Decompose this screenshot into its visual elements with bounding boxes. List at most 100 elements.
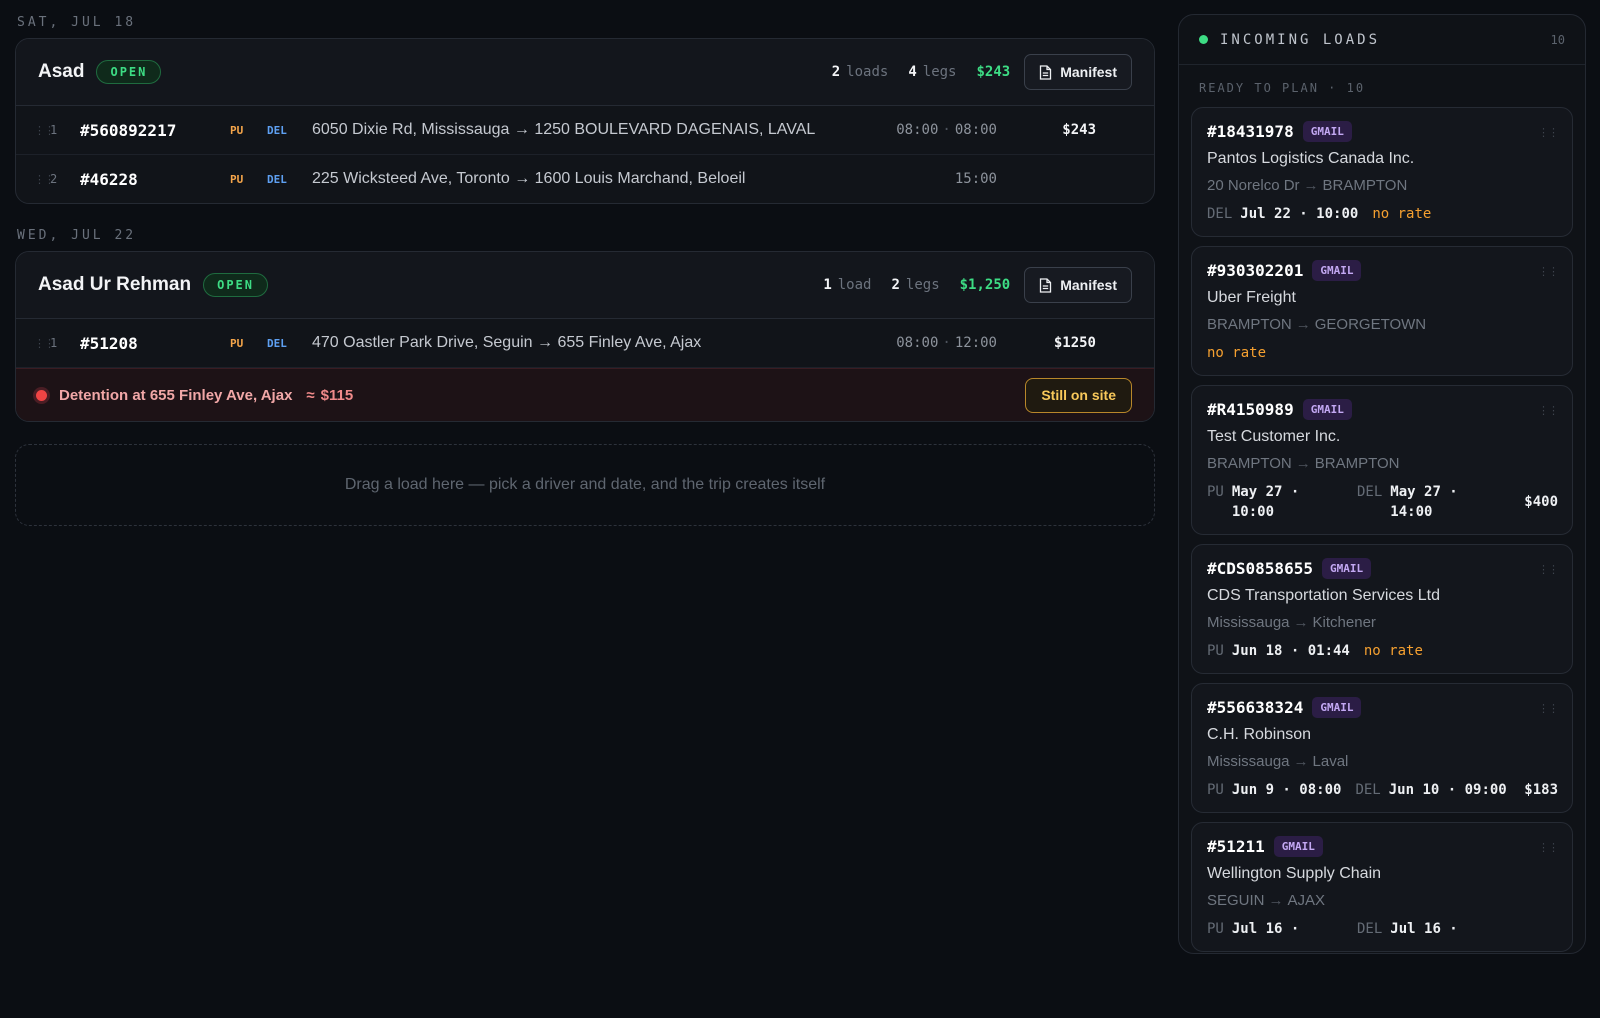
- trip-card[interactable]: Asad Ur Rehman OPEN 1 load 2 legs $1,250…: [15, 251, 1155, 422]
- drag-handle-icon[interactable]: ⋮⋮: [1538, 404, 1559, 417]
- load-card[interactable]: #R4150989 GMAIL ⋮⋮ Test Customer Inc. BRA…: [1191, 385, 1573, 535]
- load-id[interactable]: #560892217: [80, 121, 230, 140]
- del-key: DEL: [1355, 782, 1381, 798]
- leg-times: 08:00 · 08:00: [857, 122, 997, 138]
- load-card[interactable]: #930302201 GMAIL ⋮⋮ Uber Freight BRAMPTON…: [1191, 246, 1573, 376]
- card-meta: PU May 27 · 10:00 DEL May 27 · 14:00 $400: [1207, 482, 1558, 522]
- live-dot-icon: [1199, 35, 1208, 44]
- arrow-icon: →: [1295, 316, 1311, 333]
- drag-handle-icon[interactable]: ⋮⋮: [1538, 265, 1559, 278]
- detention-alert: Detention at 655 Finley Ave, Ajax ≈ $115…: [16, 368, 1154, 421]
- leg-row[interactable]: ⋮⋮ 2 #46228 PU DEL 225 Wicksteed Ave, To…: [16, 155, 1154, 203]
- drag-handle-icon[interactable]: ⋮⋮: [34, 173, 55, 186]
- card-customer: Pantos Logistics Canada Inc.: [1207, 150, 1415, 167]
- load-card-list: #18431978 GMAIL ⋮⋮ Pantos Logistics Canad…: [1179, 99, 1585, 952]
- drag-handle-icon[interactable]: ⋮⋮: [1538, 563, 1559, 576]
- time-separator: ·: [942, 335, 951, 351]
- panel-header: INCOMING LOADS 10: [1179, 15, 1585, 65]
- card-customer: C.H. Robinson: [1207, 726, 1312, 743]
- detention-text: Detention at 655 Finley Ave, Ajax: [59, 386, 293, 404]
- time-start: 08:00: [896, 122, 939, 138]
- manifest-button[interactable]: Manifest: [1024, 267, 1132, 303]
- pu-key: PU: [1207, 643, 1224, 659]
- source-badge: GMAIL: [1273, 836, 1323, 857]
- arrow-icon: →: [1268, 892, 1284, 909]
- del-value: Jun 10 · 09:00: [1388, 782, 1507, 798]
- drag-handle-icon[interactable]: ⋮⋮: [34, 337, 55, 350]
- route-to: Laval: [1312, 753, 1349, 770]
- panel-count: 10: [1550, 32, 1565, 47]
- load-card[interactable]: #18431978 GMAIL ⋮⋮ Pantos Logistics Canad…: [1191, 107, 1573, 237]
- source-badge: GMAIL: [1302, 121, 1352, 142]
- load-card[interactable]: #556638324 GMAIL ⋮⋮ C.H. Robinson Mississ…: [1191, 683, 1573, 813]
- route-to: GEORGETOWN: [1314, 316, 1427, 333]
- card-route: SEGUIN → AJAX: [1207, 892, 1558, 909]
- source-badge: GMAIL: [1302, 399, 1352, 420]
- del-value: May 27 · 14:00: [1390, 484, 1458, 520]
- drag-handle-icon[interactable]: ⋮⋮: [1538, 702, 1559, 715]
- trip-card[interactable]: Asad OPEN 2 loads 4 legs $243 Manifest ⋮…: [15, 38, 1155, 204]
- status-badge: OPEN: [96, 60, 162, 84]
- trip-dropzone[interactable]: Drag a load here — pick a driver and dat…: [15, 444, 1155, 526]
- no-rate-label: no rate: [1207, 345, 1267, 361]
- load-id[interactable]: #46228: [80, 170, 230, 189]
- route-to: BRAMPTON: [1322, 177, 1408, 194]
- document-icon: [1040, 64, 1052, 80]
- delivery-tag: DEL: [267, 172, 287, 186]
- load-card[interactable]: #51211 GMAIL ⋮⋮ Wellington Supply Chain S…: [1191, 822, 1573, 952]
- pu-value: Jun 18 · 01:44: [1231, 643, 1350, 659]
- arrow-icon: →: [1295, 455, 1311, 472]
- load-id[interactable]: #51208: [80, 334, 230, 353]
- leg-index: 1: [50, 123, 58, 137]
- incoming-loads-panel: INCOMING LOADS 10 READY TO PLAN · 10 #18…: [1178, 14, 1586, 954]
- pu-key: PU: [1207, 484, 1224, 500]
- time-end: 08:00: [954, 122, 997, 138]
- card-meta: PU Jul 16 · DEL Jul 16 ·: [1207, 919, 1558, 939]
- card-customer: Uber Freight: [1207, 289, 1296, 306]
- day-label: WED, JUL 22: [17, 228, 137, 243]
- route-to: Kitchener: [1312, 614, 1376, 631]
- load-card[interactable]: #CDS0858655 GMAIL ⋮⋮ CDS Transportation S…: [1191, 544, 1573, 674]
- card-customer: CDS Transportation Services Ltd: [1207, 587, 1440, 604]
- trip-stats: 2 loads 4 legs $243 Manifest: [832, 54, 1132, 90]
- trip-stats: 1 load 2 legs $1,250 Manifest: [823, 267, 1132, 303]
- route-to: BRAMPTON: [1314, 455, 1400, 472]
- card-route: 20 Norelco Dr → BRAMPTON: [1207, 177, 1558, 194]
- load-word: load: [837, 277, 872, 293]
- card-route: BRAMPTON → BRAMPTON: [1207, 455, 1558, 472]
- leg-word: legs: [905, 277, 940, 293]
- drag-handle-icon[interactable]: ⋮⋮: [1538, 841, 1559, 854]
- card-meta: PU Jun 9 · 08:00 DEL Jun 10 · 09:00 $183: [1207, 780, 1558, 800]
- leg-word: legs: [922, 64, 957, 80]
- source-badge: GMAIL: [1321, 558, 1372, 579]
- route-from: Mississauga: [1207, 614, 1290, 631]
- leg-row[interactable]: ⋮⋮ 1 #560892217 PU DEL 6050 Dixie Rd, Mi…: [16, 106, 1154, 155]
- still-on-site-button[interactable]: Still on site: [1025, 377, 1132, 413]
- card-route: Mississauga → Kitchener: [1207, 614, 1558, 631]
- drag-handle-icon[interactable]: ⋮⋮: [34, 124, 55, 137]
- time-separator: ·: [942, 122, 951, 138]
- trip-header: Asad OPEN 2 loads 4 legs $243 Manifest: [16, 39, 1154, 106]
- pu-value: Jun 9 · 08:00: [1231, 782, 1342, 798]
- driver-name: Asad: [38, 61, 85, 82]
- no-rate-label: no rate: [1363, 643, 1423, 659]
- pickup-tag: PU: [230, 172, 244, 186]
- del-value: Jul 22 · 10:00: [1240, 206, 1359, 222]
- leg-count: 2: [891, 277, 900, 293]
- leg-row[interactable]: ⋮⋮ 1 #51208 PU DEL 470 Oastler Park Driv…: [16, 319, 1154, 368]
- trip-board: SAT, JUL 18 Asad OPEN 2 loads 4 legs $24…: [15, 0, 1155, 526]
- del-key: DEL: [1357, 921, 1383, 937]
- source-badge: GMAIL: [1312, 697, 1362, 718]
- pu-value: May 27 · 10:00: [1231, 484, 1300, 520]
- status-badge: OPEN: [203, 273, 269, 297]
- delivery-tag: DEL: [267, 123, 287, 137]
- card-route: BRAMPTON → GEORGETOWN: [1207, 316, 1558, 333]
- trip-header: Asad Ur Rehman OPEN 1 load 2 legs $1,250…: [16, 252, 1154, 319]
- leg-index: 2: [50, 172, 58, 186]
- no-rate-label: no rate: [1372, 206, 1432, 222]
- drag-handle-icon[interactable]: ⋮⋮: [1538, 126, 1559, 139]
- manifest-button[interactable]: Manifest: [1024, 54, 1132, 90]
- manifest-label: Manifest: [1060, 277, 1117, 293]
- card-meta: no rate: [1207, 343, 1558, 363]
- card-load-id: #R4150989: [1207, 400, 1294, 419]
